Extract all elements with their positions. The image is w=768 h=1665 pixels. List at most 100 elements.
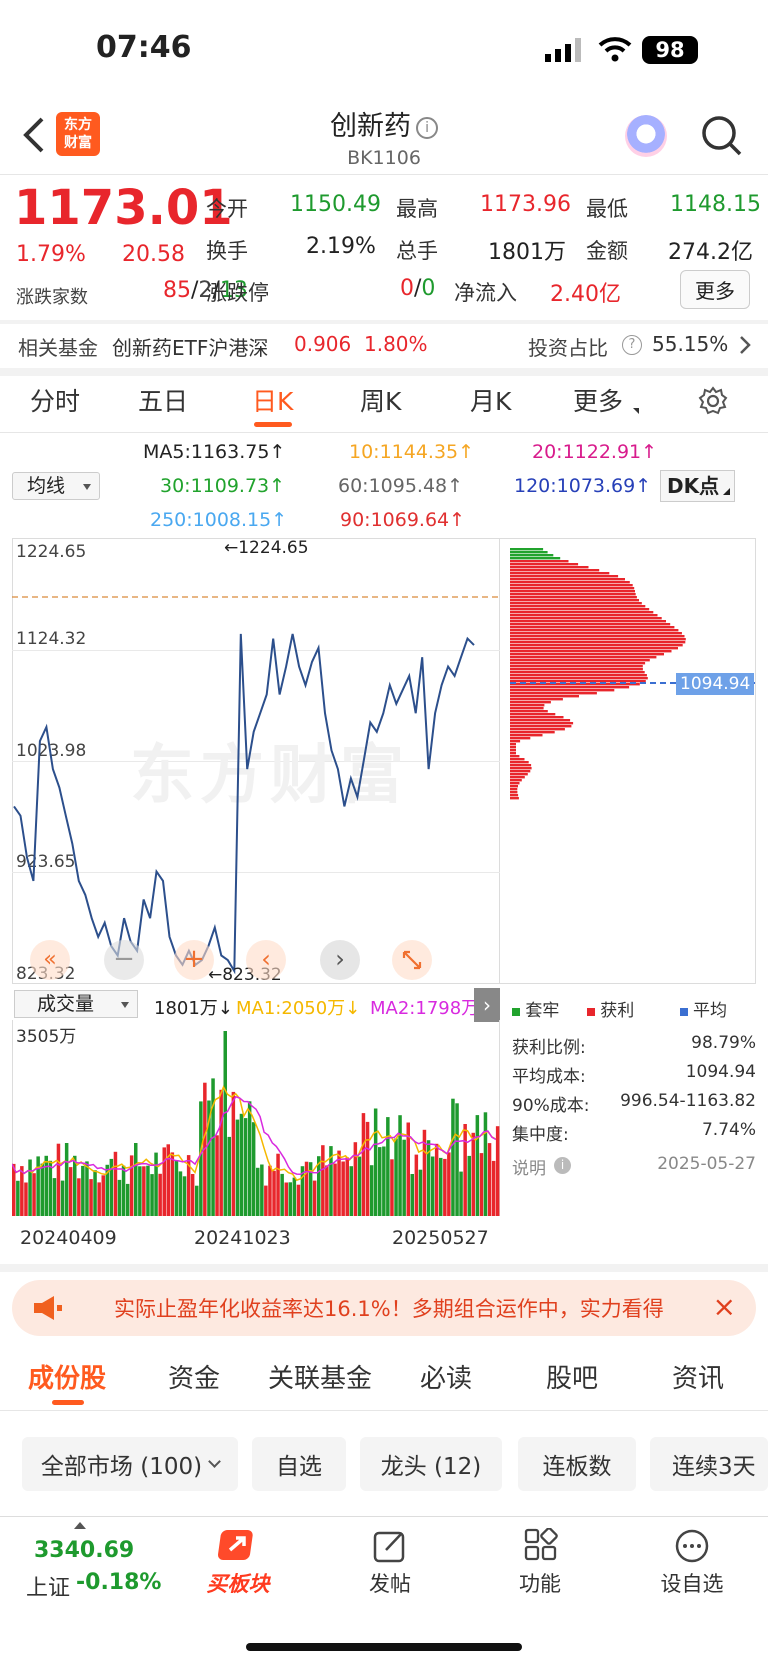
tab-related-funds[interactable]: 关联基金: [268, 1358, 372, 1395]
volume-bar: [495, 1126, 500, 1216]
ma30-value: 30:1109.73↑: [160, 475, 286, 497]
buy-sector-icon[interactable]: [216, 1526, 260, 1568]
chip-all-market-label: 全部市场 (100): [40, 1454, 203, 1480]
chip-bar: [510, 587, 635, 590]
volume-bar: [219, 1089, 223, 1216]
tab-stock-bar[interactable]: 股吧: [546, 1358, 598, 1395]
note-label[interactable]: 说明: [512, 1154, 546, 1179]
change-value: 20.58: [122, 242, 185, 267]
chip-bar: [510, 602, 642, 605]
volume-bar: [24, 1182, 28, 1216]
high-value: 1173.96: [480, 192, 571, 217]
dk-point-button[interactable]: DK点: [660, 470, 735, 502]
next-button[interactable]: ›: [320, 940, 360, 980]
volume-bar: [272, 1170, 276, 1216]
chip-leaders[interactable]: 龙头 (12): [360, 1437, 502, 1491]
zoom-in-button[interactable]: +: [174, 940, 214, 980]
tab-monthly-k[interactable]: 月K: [470, 382, 511, 418]
chip-bar: [510, 785, 518, 788]
index-value[interactable]: 3340.69: [34, 1538, 134, 1563]
date-label: 20241023: [194, 1227, 291, 1249]
functions-icon[interactable]: [524, 1527, 558, 1566]
question-icon[interactable]: ?: [622, 335, 642, 355]
post-icon[interactable]: [372, 1528, 408, 1568]
volume-bar: [414, 1154, 419, 1216]
search-icon[interactable]: [700, 114, 744, 162]
tab-weekly-k[interactable]: 周K: [360, 382, 401, 418]
legend-profit: 获利: [600, 1001, 635, 1021]
add-watchlist-label[interactable]: 设自选: [652, 1568, 732, 1598]
tab-news[interactable]: 资讯: [672, 1358, 724, 1395]
ma-selector[interactable]: 均线: [12, 472, 100, 500]
high-marker: ←1224.65: [224, 538, 309, 558]
ma5-value: MA5:1163.75↑: [143, 441, 286, 463]
note-info-icon[interactable]: i: [554, 1157, 571, 1174]
zoom-out-button[interactable]: −: [104, 940, 144, 980]
volume-bar: [402, 1139, 406, 1216]
chip-bar: [510, 584, 633, 587]
close-icon[interactable]: ×: [713, 1290, 736, 1323]
profit-ratio-label: 获利比例:: [512, 1038, 586, 1058]
prev-button[interactable]: ‹: [246, 940, 286, 980]
volume-bar: [32, 1173, 36, 1216]
chip-bar: [510, 788, 518, 791]
chip-bar: [510, 560, 569, 563]
dk-caret-icon: [723, 488, 730, 495]
chip-bar: [510, 572, 610, 575]
collapse-arrow-button[interactable]: ›: [474, 988, 500, 1022]
volume-bar: [178, 1171, 183, 1216]
tab-funds[interactable]: 资金: [168, 1358, 220, 1395]
volume-bar: [333, 1163, 337, 1216]
volume-bar: [93, 1170, 97, 1216]
volume-bar: [304, 1161, 309, 1216]
chip-all-market[interactable]: 全部市场 (100): [22, 1437, 238, 1491]
volume-bar: [430, 1156, 435, 1216]
volume-bar: [264, 1185, 268, 1216]
volume-selector[interactable]: 成交量: [14, 990, 138, 1018]
home-indicator: [246, 1643, 522, 1651]
tab-daily-k[interactable]: 日K: [252, 382, 293, 418]
chip-bar: [510, 695, 579, 698]
chip-bar: [510, 698, 563, 701]
tab-constituents[interactable]: 成份股: [28, 1358, 106, 1395]
tab-five-day[interactable]: 五日: [138, 382, 188, 418]
chip-bar: [510, 629, 679, 632]
more-button[interactable]: 更多: [680, 270, 750, 309]
tab-must-read[interactable]: 必读: [420, 1358, 472, 1395]
chip-limit-boards[interactable]: 连板数: [518, 1437, 636, 1491]
chip-consecutive[interactable]: 连续3天: [650, 1437, 768, 1491]
chip-bar: [510, 731, 555, 734]
turnover-value: 2.19%: [306, 234, 376, 259]
volume-bar: [467, 1155, 471, 1216]
volume-caret-icon: [121, 1002, 129, 1008]
chip-bar: [510, 599, 639, 602]
functions-label[interactable]: 功能: [510, 1568, 570, 1598]
volume-bar: [138, 1166, 142, 1216]
chip-bar: [510, 686, 630, 689]
chip-bar: [510, 725, 572, 728]
tab-more[interactable]: 更多: [573, 382, 623, 418]
buy-sector-label[interactable]: 买板块: [198, 1568, 278, 1598]
expand-icon[interactable]: [392, 940, 432, 980]
robot-avatar-icon[interactable]: [625, 115, 667, 157]
tab-intraday[interactable]: 分时: [30, 382, 80, 418]
rewind-button[interactable]: «: [30, 940, 70, 980]
chip-watchlist[interactable]: 自选: [252, 1437, 346, 1491]
date-label: 20240409: [20, 1227, 117, 1249]
chip-bar: [510, 749, 516, 752]
post-label[interactable]: 发帖: [360, 1568, 420, 1598]
fund-name[interactable]: 创新药ETF沪港深: [112, 332, 268, 361]
volume-bar: [455, 1103, 459, 1216]
volume-bar: [125, 1183, 130, 1216]
volume-bar: [288, 1182, 292, 1216]
volume-bar: [68, 1167, 73, 1216]
promo-banner[interactable]: 实际止盈年化收益率达16.1%！多期组合运作中，实力看得 ×: [12, 1280, 756, 1336]
add-watchlist-icon[interactable]: [674, 1528, 710, 1568]
ma10-value: 10:1144.35↑: [349, 441, 475, 463]
chip-bar: [510, 728, 565, 731]
chevron-right-icon[interactable]: [738, 334, 752, 360]
settings-gear-icon[interactable]: [698, 386, 728, 420]
info-icon[interactable]: i: [416, 117, 439, 139]
volume-bar: [443, 1158, 447, 1216]
volume-bar: [251, 1122, 256, 1216]
